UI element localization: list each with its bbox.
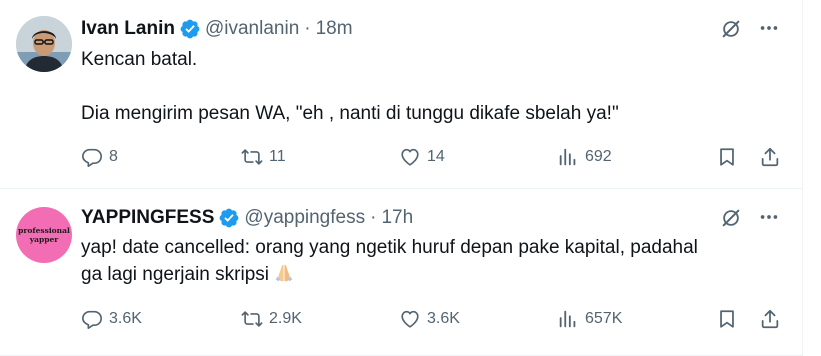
heart-icon bbox=[401, 148, 419, 166]
action-bar: 8 11 14 692 bbox=[81, 145, 785, 169]
repost-button[interactable]: 11 bbox=[241, 145, 286, 169]
tweet-text: yap! date cancelled: orang yang ngetik h… bbox=[81, 234, 781, 288]
share-icon bbox=[761, 309, 779, 329]
folded-hands-emoji bbox=[275, 264, 293, 282]
tweet-header: Ivan Lanin @ivanlanin · 18m bbox=[81, 17, 353, 41]
tweet-text-line: yap! date cancelled: orang yang ngetik h… bbox=[81, 237, 698, 258]
tweet[interactable]: professional yapper YAPPINGFESS @yapping… bbox=[0, 189, 803, 356]
author-handle[interactable]: @yappingfess bbox=[244, 207, 365, 229]
reply-count: 3.6K bbox=[109, 310, 142, 327]
like-count: 14 bbox=[427, 148, 445, 165]
reply-icon bbox=[82, 310, 102, 329]
like-count: 3.6K bbox=[427, 310, 460, 327]
verified-badge-icon bbox=[180, 19, 200, 39]
repost-icon bbox=[241, 149, 263, 165]
repost-count: 2.9K bbox=[269, 310, 302, 327]
views-icon bbox=[559, 148, 576, 166]
views-button[interactable]: 657K bbox=[557, 307, 622, 331]
tweet[interactable]: Ivan Lanin @ivanlanin · 18m Kencan batal… bbox=[0, 0, 803, 189]
views-count: 657K bbox=[585, 310, 623, 327]
repost-count: 11 bbox=[269, 148, 286, 165]
verified-badge-icon bbox=[220, 208, 239, 228]
bookmark-icon bbox=[720, 310, 734, 328]
share-icon bbox=[761, 147, 779, 167]
avatar-text: professional yapper bbox=[18, 226, 70, 244]
action-bar: 3.6K 2.9K 3.6K 657K bbox=[81, 307, 785, 331]
bookmark-icon bbox=[720, 148, 734, 166]
views-button[interactable]: 692 bbox=[557, 145, 612, 169]
like-button[interactable]: 3.6K bbox=[399, 307, 460, 331]
views-count: 692 bbox=[585, 148, 612, 165]
repost-button[interactable]: 2.9K bbox=[241, 307, 302, 331]
share-button[interactable] bbox=[759, 145, 781, 169]
author-name[interactable]: Ivan Lanin bbox=[81, 18, 175, 40]
share-button[interactable] bbox=[759, 307, 781, 331]
avatar[interactable]: professional yapper bbox=[16, 207, 72, 263]
avatar-text-line: yapper bbox=[29, 235, 59, 244]
author-name[interactable]: YAPPINGFESS bbox=[81, 207, 214, 229]
timeline: Ivan Lanin @ivanlanin · 18m Kencan batal… bbox=[0, 0, 803, 356]
bookmark-button[interactable] bbox=[716, 307, 738, 331]
avatar[interactable] bbox=[16, 16, 72, 72]
bookmark-button[interactable] bbox=[716, 145, 738, 169]
views-icon bbox=[559, 310, 576, 328]
author-handle[interactable]: @ivanlanin bbox=[205, 18, 299, 40]
tweet-text: Kencan batal. Dia mengirim pesan WA, "eh… bbox=[81, 46, 781, 127]
more-icon[interactable] bbox=[758, 17, 780, 39]
tweet-text-line: ga lagi ngerjain skripsi bbox=[81, 261, 781, 288]
avatar-photo bbox=[16, 16, 72, 72]
separator: · bbox=[370, 207, 377, 228]
tweet-text-segment: ga lagi ngerjain skripsi bbox=[81, 264, 269, 285]
reply-button[interactable]: 3.6K bbox=[81, 307, 142, 331]
repost-icon bbox=[241, 311, 263, 327]
heart-icon bbox=[401, 310, 419, 328]
reply-button[interactable]: 8 bbox=[81, 145, 118, 169]
timestamp[interactable]: 18m bbox=[316, 18, 353, 40]
separator: · bbox=[304, 18, 311, 39]
grok-icon[interactable] bbox=[720, 18, 742, 40]
reply-icon bbox=[82, 148, 102, 167]
reply-count: 8 bbox=[109, 148, 118, 165]
tweet-text-line: Kencan batal. bbox=[81, 49, 198, 70]
avatar-text-line: professional bbox=[18, 226, 70, 235]
tweet-text-line: Dia mengirim pesan WA, "eh , nanti di tu… bbox=[81, 103, 619, 124]
like-button[interactable]: 14 bbox=[399, 145, 445, 169]
tweet-header: YAPPINGFESS @yappingfess · 17h bbox=[81, 206, 413, 230]
more-icon[interactable] bbox=[758, 206, 780, 228]
timestamp[interactable]: 17h bbox=[381, 207, 413, 229]
grok-icon[interactable] bbox=[720, 207, 742, 229]
